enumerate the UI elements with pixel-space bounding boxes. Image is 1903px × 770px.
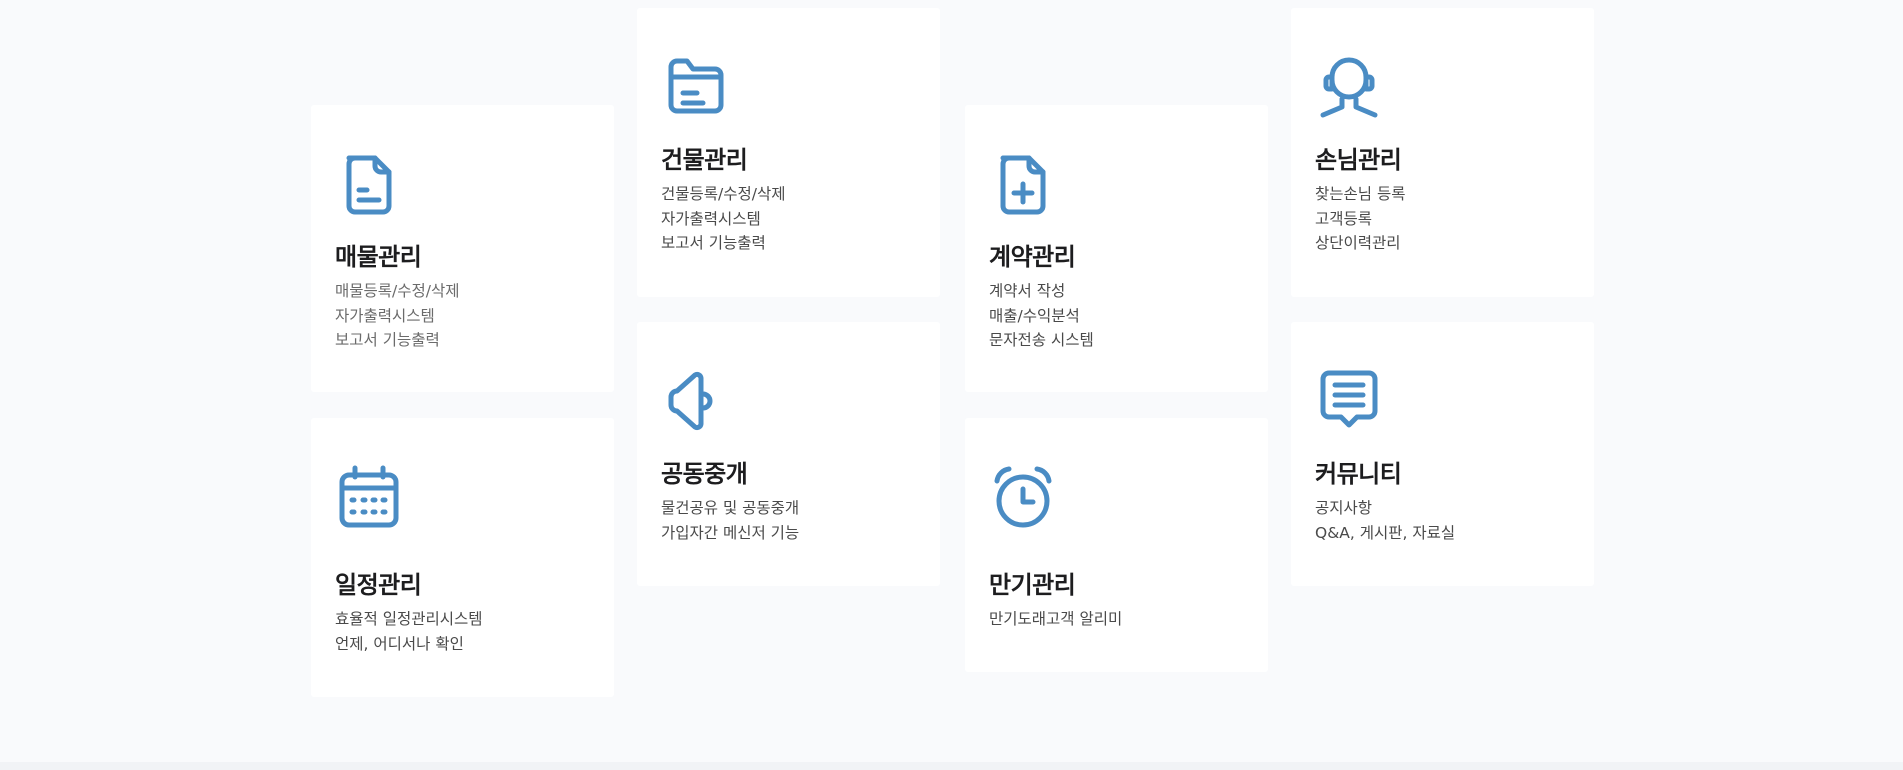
calendar-icon xyxy=(335,463,403,531)
card-title: 매물관리 xyxy=(335,243,422,271)
card-line: 찾는손님 등록 xyxy=(1315,185,1406,203)
card-line: 공지사항 xyxy=(1315,499,1373,517)
chat-bubble-icon xyxy=(1315,367,1383,435)
card-title: 계약관리 xyxy=(989,243,1076,271)
card-property-management[interactable]: 매물관리 매물등록/수정/삭제 자가출력시스템 보고서 기능출력 xyxy=(311,105,614,392)
card-description: 건물등록/수정/삭제 자가출력시스템 보고서 기능출력 xyxy=(661,182,926,256)
card-description: 효율적 일정관리시스템 언제, 어디서나 확인 xyxy=(335,607,600,656)
card-title: 일정관리 xyxy=(335,571,422,599)
card-line: 물건공유 및 공동중개 xyxy=(661,499,800,517)
card-line: 문자전송 시스템 xyxy=(989,331,1094,349)
folder-icon xyxy=(661,53,729,121)
card-title: 커뮤니티 xyxy=(1315,460,1402,488)
card-description: 공지사항 Q&A, 게시판, 자료실 xyxy=(1315,496,1580,545)
card-description: 매물등록/수정/삭제 자가출력시스템 보고서 기능출력 xyxy=(335,279,600,353)
megaphone-icon xyxy=(661,367,729,435)
card-description: 찾는손님 등록 고객등록 상단이력관리 xyxy=(1315,182,1580,256)
card-title: 손님관리 xyxy=(1315,146,1402,174)
card-description: 계약서 작성 매출/수익분석 문자전송 시스템 xyxy=(989,279,1254,353)
card-title: 건물관리 xyxy=(661,146,748,174)
service-features-section: 매물관리 매물등록/수정/삭제 자가출력시스템 보고서 기능출력 일정관리 효율… xyxy=(0,0,1903,770)
card-line: 계약서 작성 xyxy=(989,282,1066,300)
headset-user-icon xyxy=(1315,53,1383,121)
card-line: 자가출력시스템 xyxy=(661,209,761,228)
card-line: 매출/수익분석 xyxy=(989,306,1080,325)
card-line: 보고서 기능출력 xyxy=(335,331,440,349)
card-line: 고객등록 xyxy=(1315,209,1373,228)
document-icon xyxy=(335,150,403,218)
card-community[interactable]: 커뮤니티 공지사항 Q&A, 게시판, 자료실 xyxy=(1291,322,1594,586)
card-line: 건물등록/수정/삭제 xyxy=(661,185,786,203)
card-joint-brokerage[interactable]: 공동중개 물건공유 및 공동중개 가입자간 메신저 기능 xyxy=(637,322,940,586)
alarm-clock-icon xyxy=(989,463,1057,531)
card-line: 상단이력관리 xyxy=(1315,234,1401,252)
card-line: 가입자간 메신저 기능 xyxy=(661,523,800,542)
card-line: 만기도래고객 알리미 xyxy=(989,610,1123,628)
card-title: 만기관리 xyxy=(989,571,1076,599)
card-schedule-management[interactable]: 일정관리 효율적 일정관리시스템 언제, 어디서나 확인 xyxy=(311,418,614,697)
card-expiry-management[interactable]: 만기관리 만기도래고객 알리미 xyxy=(965,418,1268,672)
card-line: 효율적 일정관리시스템 xyxy=(335,610,483,628)
card-line: 자가출력시스템 xyxy=(335,306,435,325)
card-customer-management[interactable]: 손님관리 찾는손님 등록 고객등록 상단이력관리 xyxy=(1291,8,1594,297)
card-description: 물건공유 및 공동중개 가입자간 메신저 기능 xyxy=(661,496,926,545)
card-contract-management[interactable]: 계약관리 계약서 작성 매출/수익분석 문자전송 시스템 xyxy=(965,105,1268,392)
card-description: 만기도래고객 알리미 xyxy=(989,607,1254,632)
card-title: 공동중개 xyxy=(661,460,748,488)
section-divider xyxy=(0,762,1903,770)
card-building-management[interactable]: 건물관리 건물등록/수정/삭제 자가출력시스템 보고서 기능출력 xyxy=(637,8,940,297)
card-line: 언제, 어디서나 확인 xyxy=(335,634,464,653)
card-line: 보고서 기능출력 xyxy=(661,234,766,252)
document-plus-icon xyxy=(989,150,1057,218)
card-line: 매물등록/수정/삭제 xyxy=(335,282,460,300)
card-line: Q&A, 게시판, 자료실 xyxy=(1315,523,1456,542)
